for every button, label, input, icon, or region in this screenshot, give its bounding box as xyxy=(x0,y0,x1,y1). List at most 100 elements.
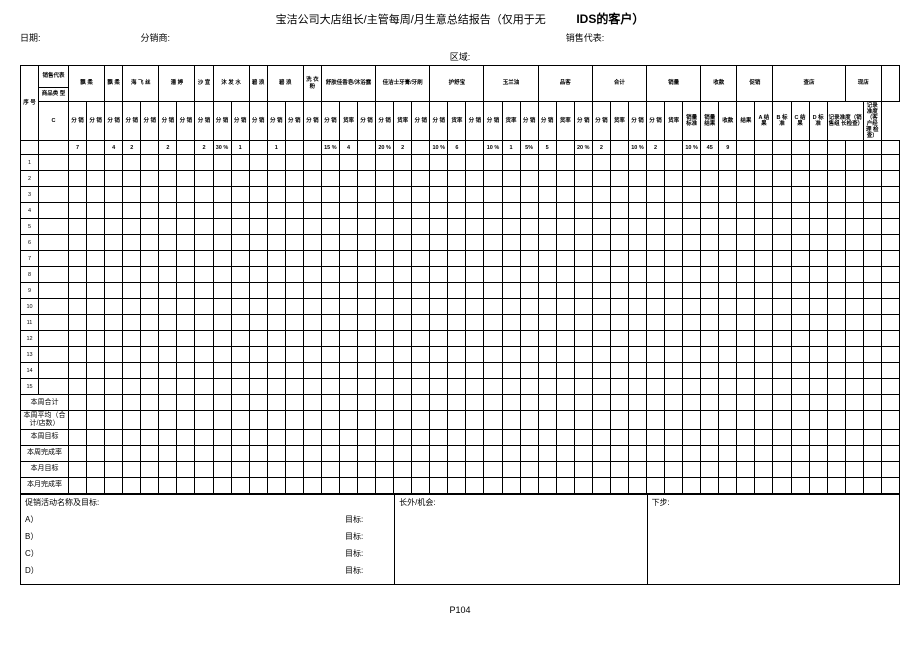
cell xyxy=(701,219,719,235)
cell xyxy=(177,315,195,331)
cell xyxy=(502,203,520,219)
cell xyxy=(358,299,376,315)
cell xyxy=(321,395,339,411)
cell xyxy=(502,283,520,299)
cell xyxy=(592,315,610,331)
cell xyxy=(827,347,845,363)
cell xyxy=(574,379,592,395)
cell xyxy=(556,187,574,203)
cell xyxy=(87,363,105,379)
cell xyxy=(466,461,484,477)
table-row: 5 xyxy=(21,219,900,235)
cell xyxy=(574,299,592,315)
cell xyxy=(647,395,665,411)
cell xyxy=(809,331,827,347)
cell xyxy=(574,445,592,461)
sub-fx: 分 销 xyxy=(249,102,267,141)
cell xyxy=(339,219,357,235)
cell xyxy=(502,445,520,461)
cell xyxy=(267,283,285,299)
col-rep: 销售代表 xyxy=(39,66,69,88)
cell xyxy=(87,219,105,235)
cell xyxy=(592,251,610,267)
cell xyxy=(881,379,899,395)
valrow-cell: 30 % xyxy=(213,141,231,155)
cell xyxy=(502,235,520,251)
cell xyxy=(376,363,394,379)
valrow-cell xyxy=(141,141,159,155)
cell xyxy=(628,251,646,267)
cell xyxy=(339,363,357,379)
cell xyxy=(412,429,430,445)
cell xyxy=(231,299,249,315)
cell xyxy=(213,395,231,411)
table-row: 11 xyxy=(21,315,900,331)
cell xyxy=(520,155,538,171)
cell xyxy=(123,283,141,299)
cell xyxy=(791,395,809,411)
cell xyxy=(123,155,141,171)
cell xyxy=(484,219,502,235)
sub-fx: 分 销 xyxy=(231,102,249,141)
valrow-cell xyxy=(737,141,755,155)
grp-21 xyxy=(881,66,899,102)
cell xyxy=(592,171,610,187)
valrow-cell: 20 % xyxy=(376,141,394,155)
cell xyxy=(141,363,159,379)
cell xyxy=(267,267,285,283)
cell xyxy=(737,331,755,347)
cell xyxy=(213,429,231,445)
cell xyxy=(394,445,412,461)
cell xyxy=(159,251,177,267)
cell xyxy=(809,171,827,187)
table-row: 12 xyxy=(21,331,900,347)
cell xyxy=(737,171,755,187)
cell xyxy=(376,315,394,331)
cell xyxy=(845,203,863,219)
cell xyxy=(141,461,159,477)
cell xyxy=(39,187,69,203)
cell xyxy=(683,219,701,235)
cell xyxy=(159,155,177,171)
cell xyxy=(845,445,863,461)
valrow-cell: 4 xyxy=(105,141,123,155)
cell xyxy=(791,267,809,283)
cell xyxy=(701,395,719,411)
cell xyxy=(628,395,646,411)
cell xyxy=(881,155,899,171)
cell xyxy=(412,155,430,171)
cell xyxy=(466,219,484,235)
cell xyxy=(141,411,159,429)
cell xyxy=(809,461,827,477)
cell xyxy=(665,283,683,299)
cell xyxy=(574,477,592,493)
cell xyxy=(412,363,430,379)
cell xyxy=(123,477,141,493)
cell xyxy=(394,461,412,477)
cell xyxy=(628,267,646,283)
grp-17: 收款 xyxy=(701,66,737,102)
cell xyxy=(538,299,556,315)
cell xyxy=(69,299,87,315)
cell xyxy=(213,347,231,363)
cell xyxy=(881,331,899,347)
cell xyxy=(141,445,159,461)
cell xyxy=(303,267,321,283)
cell xyxy=(448,299,466,315)
cell xyxy=(87,445,105,461)
cell xyxy=(430,219,448,235)
cell xyxy=(827,219,845,235)
cell xyxy=(863,251,881,267)
cell xyxy=(339,461,357,477)
cell xyxy=(339,299,357,315)
cell xyxy=(105,251,123,267)
cell xyxy=(791,331,809,347)
cell xyxy=(538,429,556,445)
cell xyxy=(863,461,881,477)
cell xyxy=(755,235,773,251)
cell xyxy=(412,445,430,461)
cell xyxy=(394,283,412,299)
cell xyxy=(285,379,303,395)
sub-hl: 货率 xyxy=(502,102,520,141)
cell xyxy=(177,251,195,267)
